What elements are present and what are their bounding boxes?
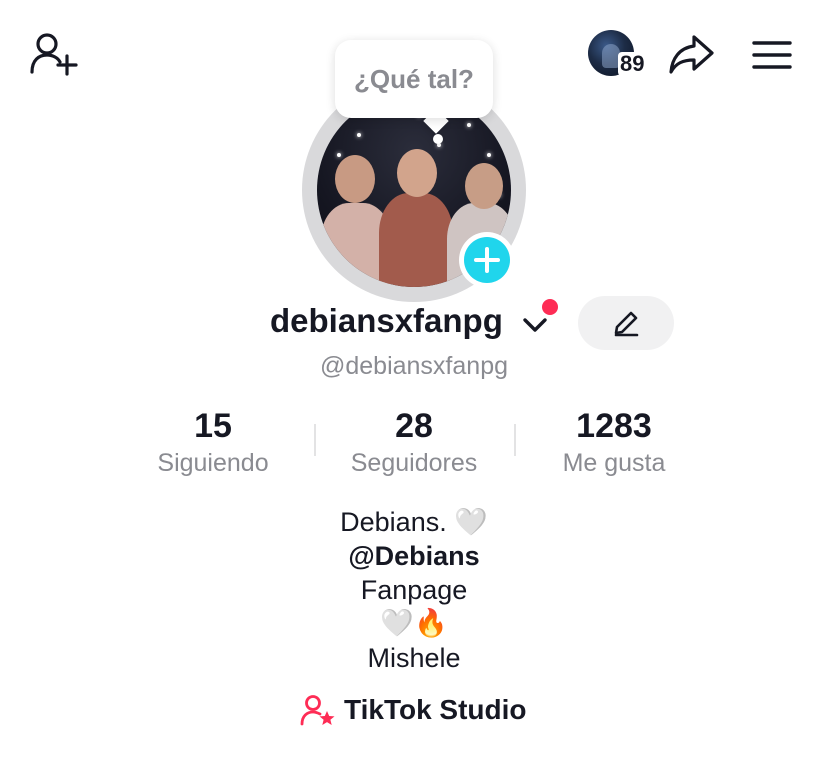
edit-profile-button[interactable] [578,296,674,350]
story-count: 89 [618,51,647,76]
stat-likes[interactable]: 1283 Me gusta [514,404,714,478]
tiktok-studio-link[interactable]: TikTok Studio [300,690,527,730]
note-bubble[interactable]: ¿Qué tal? [335,40,493,118]
stat-following[interactable]: 15 Siguiendo [113,404,313,478]
bio-emoji-line: 🤍🔥 [380,608,448,639]
add-story-button[interactable] [459,232,515,288]
bio: Debians. 🤍 @Debians Fanpage 🤍🔥 Mishele [0,505,828,675]
menu-icon [752,41,792,69]
bio-line: Fanpage [360,575,468,605]
share-icon [669,35,714,74]
stat-label: Seguidores [350,449,478,477]
username-handle: @debiansxfanpg [319,352,508,380]
story-avatar-button[interactable]: 89 [586,28,652,80]
bio-line: Mishele [367,643,461,673]
bio-line: Debians. 🤍 [340,507,488,537]
edit-pencil-icon [614,311,639,337]
stat-value: 28 [395,407,433,445]
stat-label: Siguiendo [157,449,269,477]
plus-icon [474,247,500,273]
account-switch-button[interactable] [520,312,550,338]
share-button[interactable] [664,30,720,80]
studio-person-star-icon [300,695,335,726]
stat-followers[interactable]: 28 Seguidores [314,404,514,478]
menu-button[interactable] [744,30,800,80]
notification-dot [542,299,558,315]
stat-label: Me gusta [562,449,666,477]
display-name[interactable]: debiansxfanpg [270,302,503,340]
note-bubble-text: ¿Qué tal? [354,63,474,94]
tiktok-studio-label: TikTok Studio [344,694,527,725]
add-friend-icon [30,33,78,76]
chevron-down-icon [523,318,547,332]
stat-value: 1283 [576,407,652,445]
stat-value: 15 [194,407,232,445]
bubble-dot [433,134,443,144]
bio-mention-link[interactable]: @Debians [0,539,828,573]
add-friend-button[interactable] [26,28,82,78]
